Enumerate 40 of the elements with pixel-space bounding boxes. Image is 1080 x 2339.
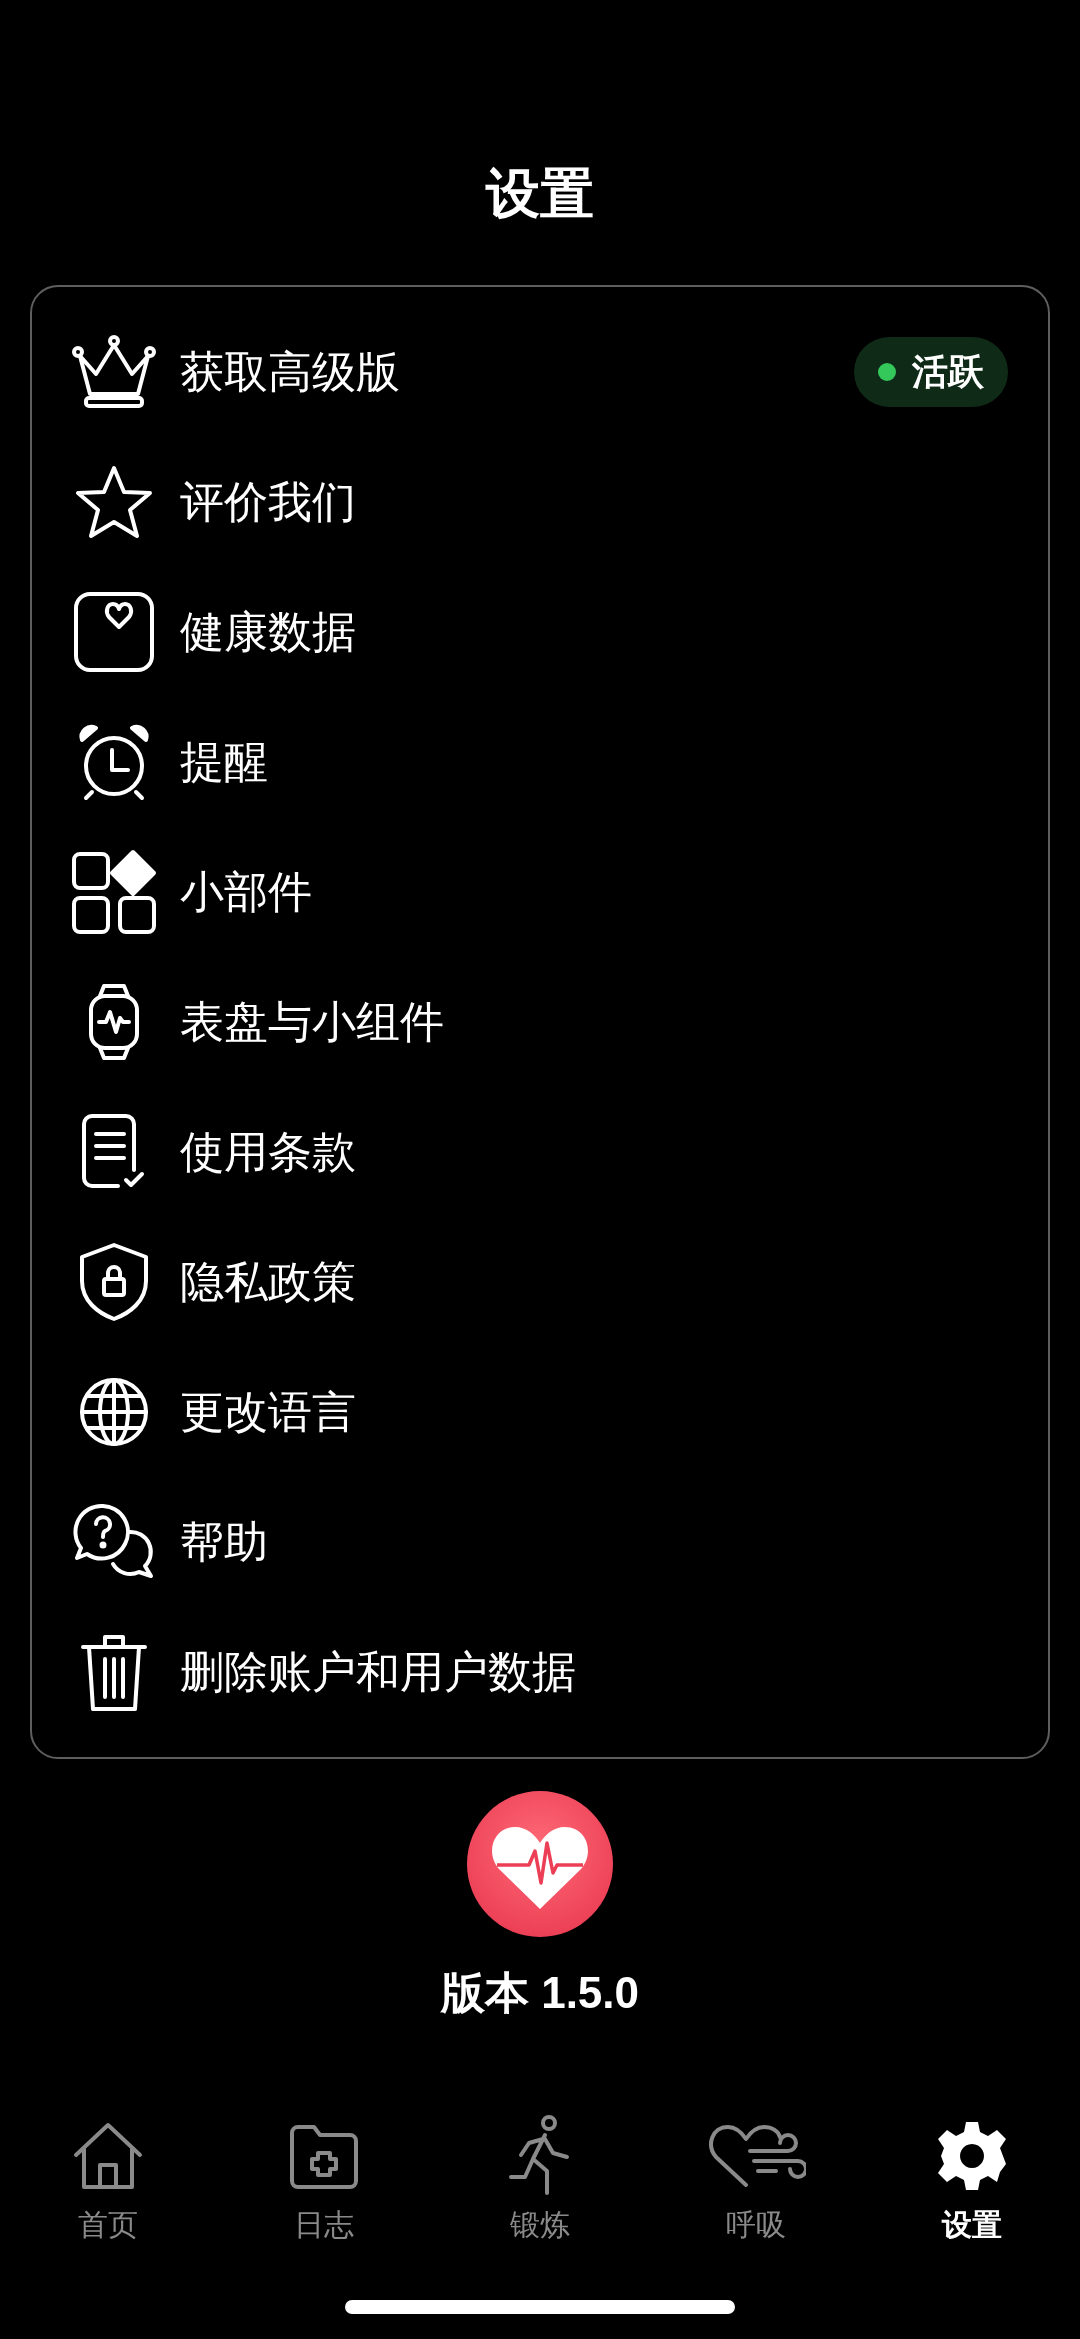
item-label: 小部件 xyxy=(180,866,312,918)
item-label: 获取高级版 xyxy=(180,346,400,398)
item-label: 帮助 xyxy=(180,1516,268,1568)
settings-item[interactable]: 评价我们 xyxy=(32,437,1048,567)
item-label: 健康数据 xyxy=(180,606,356,658)
page-title: 设置 xyxy=(486,162,594,225)
shield-lock-icon xyxy=(78,1241,150,1323)
widgets-icon xyxy=(71,849,157,935)
item-label: 隐私政策 xyxy=(180,1256,356,1308)
settings-item[interactable]: 表盘与小组件 xyxy=(32,957,1048,1087)
settings-item[interactable]: 提醒 xyxy=(32,697,1048,827)
item-label: 更改语言 xyxy=(180,1386,356,1438)
settings-item[interactable]: 小部件 xyxy=(32,827,1048,957)
settings-item[interactable]: 获取高级版 活跃 xyxy=(32,307,1048,437)
globe-icon xyxy=(78,1376,150,1448)
version-text: 版本 1.5.0 xyxy=(440,1967,640,2019)
home-icon xyxy=(72,2121,144,2191)
settings-item[interactable]: 删除账户和用户数据 xyxy=(32,1607,1048,1737)
item-label: 评价我们 xyxy=(180,476,356,528)
tab-button[interactable]: 呼吸 xyxy=(648,2114,864,2244)
star-icon xyxy=(74,464,154,540)
heart-logo-icon xyxy=(467,1791,613,1937)
item-label: 提醒 xyxy=(180,736,268,788)
settings-icon xyxy=(936,2120,1008,2192)
item-label: 删除账户和用户数据 xyxy=(180,1646,576,1698)
settings-item[interactable]: 健康数据 xyxy=(32,567,1048,697)
status-label: 活跃 xyxy=(912,350,984,394)
tab-button[interactable]: 设置 xyxy=(864,2114,1080,2244)
heart-square-icon xyxy=(73,591,155,673)
item-label: 使用条款 xyxy=(180,1126,356,1178)
tab-button[interactable]: 锻炼 xyxy=(432,2114,648,2244)
settings-item[interactable]: 帮助 xyxy=(32,1477,1048,1607)
tab-button[interactable]: 首页 xyxy=(0,2114,216,2244)
crown-icon xyxy=(70,334,158,410)
smartwatch-icon xyxy=(86,982,142,1062)
settings-item[interactable]: 更改语言 xyxy=(32,1347,1048,1477)
item-label: 表盘与小组件 xyxy=(180,996,444,1048)
settings-item[interactable]: 使用条款 xyxy=(32,1087,1048,1217)
tab-button[interactable]: 日志 xyxy=(216,2114,432,2244)
settings-item[interactable]: 隐私政策 xyxy=(32,1217,1048,1347)
